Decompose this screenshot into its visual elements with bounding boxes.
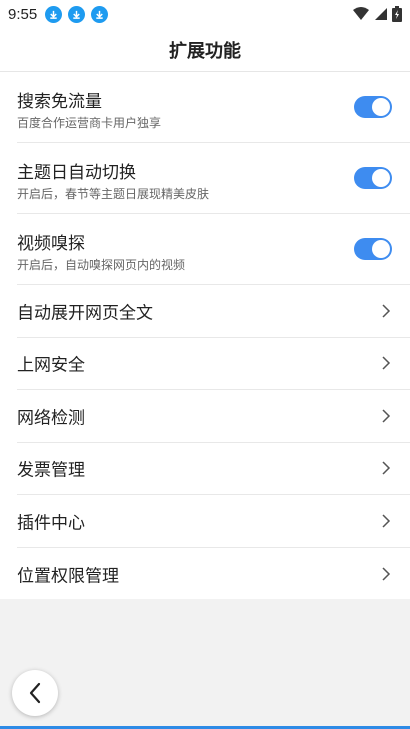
setting-location-permission[interactable]: 位置权限管理 xyxy=(17,548,410,601)
header: 扩展功能 xyxy=(0,28,410,72)
chevron-right-icon xyxy=(382,461,391,475)
setting-plugin-center[interactable]: 插件中心 xyxy=(17,495,410,548)
toggle-knob xyxy=(372,169,390,187)
settings-list: 搜索免流量 百度合作运营商卡用户独享 主题日自动切换 开启后，春节等主题日展现精… xyxy=(0,72,410,599)
setting-title: 自动展开网页全文 xyxy=(17,303,153,324)
back-button[interactable] xyxy=(12,670,58,716)
toggle-switch[interactable] xyxy=(354,238,392,260)
chevron-right-icon xyxy=(382,304,391,318)
setting-video-sniff[interactable]: 视频嗅探 开启后，自动嗅探网页内的视频 xyxy=(17,214,410,285)
chevron-right-icon xyxy=(382,567,391,581)
wifi-icon xyxy=(353,7,369,20)
status-time: 9:55 xyxy=(8,5,38,23)
page-title: 扩展功能 xyxy=(169,40,241,62)
download-icon xyxy=(68,5,86,23)
setting-internet-security[interactable]: 上网安全 xyxy=(17,338,410,390)
setting-title: 主题日自动切换 xyxy=(17,163,136,183)
setting-title: 发票管理 xyxy=(17,460,85,481)
toggle-knob xyxy=(372,98,390,116)
setting-subtitle: 百度合作运营商卡用户独享 xyxy=(17,116,162,130)
setting-title: 搜索免流量 xyxy=(17,92,102,112)
signal-icon xyxy=(375,8,387,20)
chevron-right-icon xyxy=(382,356,391,370)
chevron-right-icon xyxy=(382,409,391,423)
setting-theme-day-switch[interactable]: 主题日自动切换 开启后，春节等主题日展现精美皮肤 xyxy=(17,143,410,214)
battery-icon xyxy=(392,6,402,22)
setting-auto-expand[interactable]: 自动展开网页全文 xyxy=(17,285,410,338)
empty-area xyxy=(0,599,410,729)
chevron-left-icon xyxy=(29,682,41,704)
status-bar: 9:55 xyxy=(0,0,410,28)
download-icon xyxy=(45,5,63,23)
download-icon xyxy=(91,5,109,23)
setting-title: 上网安全 xyxy=(17,355,85,376)
toggle-switch[interactable] xyxy=(354,96,392,118)
setting-title: 网络检测 xyxy=(17,408,85,429)
setting-search-free-data[interactable]: 搜索免流量 百度合作运营商卡用户独享 xyxy=(17,72,410,143)
status-icons xyxy=(352,6,402,22)
setting-subtitle: 开启后，自动嗅探网页内的视频 xyxy=(17,258,186,272)
toggle-knob xyxy=(372,240,390,258)
setting-network-check[interactable]: 网络检测 xyxy=(17,390,410,443)
setting-title: 视频嗅探 xyxy=(17,234,85,254)
setting-title: 插件中心 xyxy=(17,513,85,534)
setting-title: 位置权限管理 xyxy=(17,566,119,587)
toggle-switch[interactable] xyxy=(354,167,392,189)
setting-subtitle: 开启后，春节等主题日展现精美皮肤 xyxy=(17,187,210,201)
setting-invoice-management[interactable]: 发票管理 xyxy=(17,443,410,495)
chevron-right-icon xyxy=(382,514,391,528)
